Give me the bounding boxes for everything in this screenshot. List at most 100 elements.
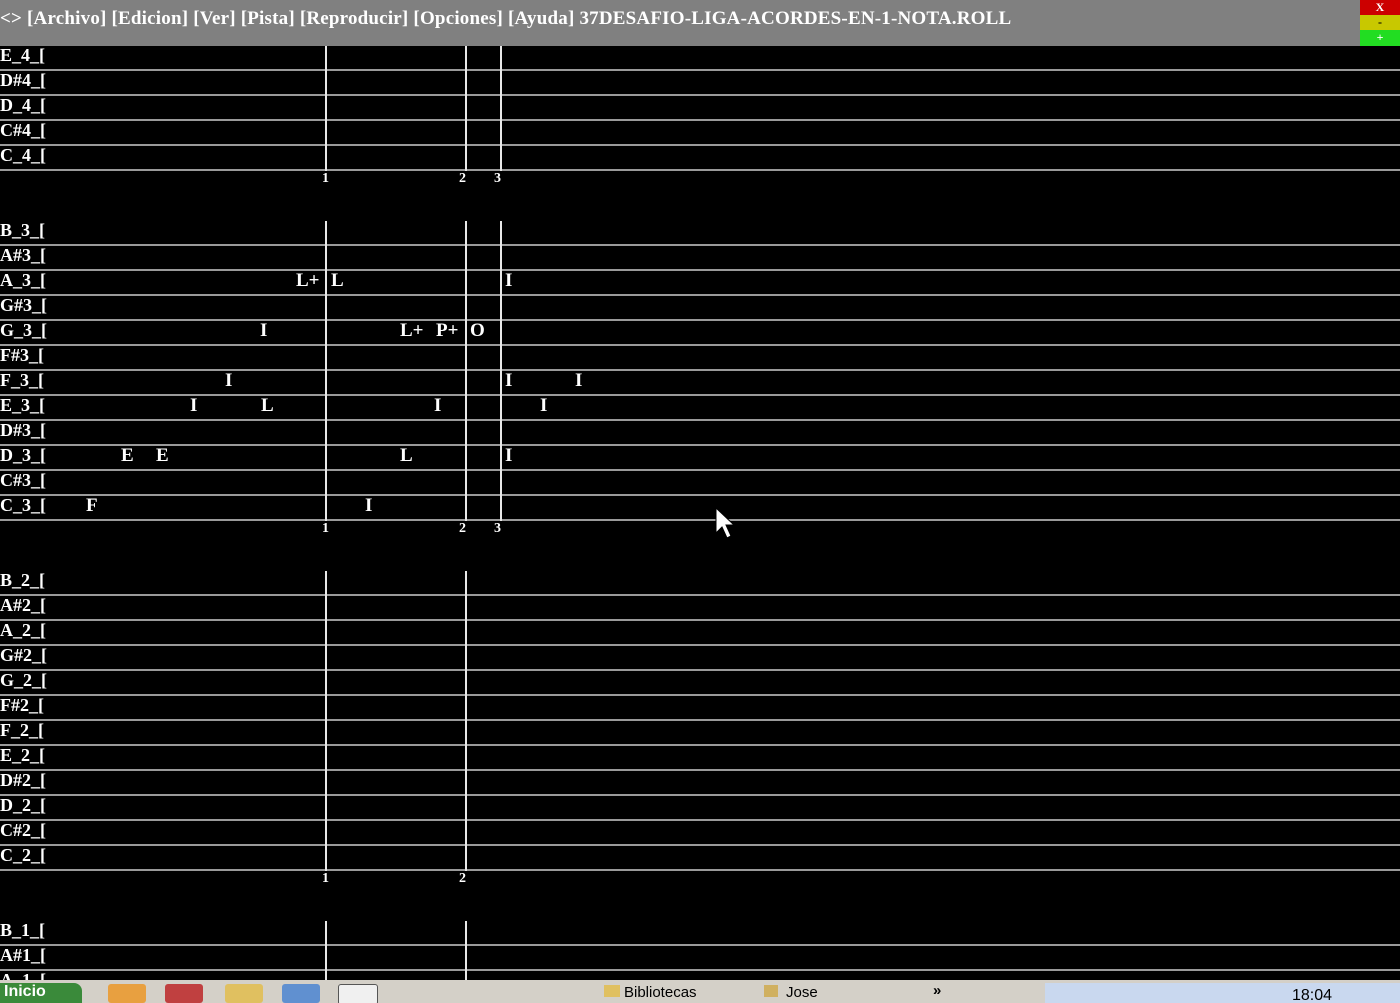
note-row[interactable]: C#3_[ bbox=[0, 470, 1400, 496]
note-event[interactable]: I bbox=[505, 445, 512, 467]
beat-marker: 1 bbox=[322, 521, 329, 536]
note-row[interactable]: A#1_[ bbox=[0, 945, 1400, 971]
note-row[interactable]: B_2_[ bbox=[0, 570, 1400, 596]
nav-arrows[interactable]: <> bbox=[0, 8, 22, 29]
piano-roll[interactable]: E_4_[ D#4_[D_4_[ C#4_[ C_4_[ 1 2 3 B_3_[A#3_[ A_… bbox=[0, 46, 1400, 980]
note-row[interactable]: G#2_[ bbox=[0, 645, 1400, 671]
note-event[interactable]: L bbox=[400, 445, 413, 467]
close-button[interactable]: X bbox=[1360, 0, 1400, 15]
menu-ver[interactable]: [Ver] bbox=[193, 8, 236, 29]
overflow-chevron-icon[interactable]: » bbox=[933, 982, 941, 999]
bar-line bbox=[465, 921, 467, 980]
note-row[interactable]: C_3_[ bbox=[0, 495, 1400, 521]
note-row[interactable]: A#2_[ bbox=[0, 595, 1400, 621]
note-row[interactable]: F_3_[ bbox=[0, 370, 1400, 396]
note-row-label: D_2_[ bbox=[0, 795, 46, 815]
note-event[interactable]: I bbox=[190, 395, 197, 417]
note-row[interactable]: E_3_[ bbox=[0, 395, 1400, 421]
note-event[interactable]: I bbox=[225, 370, 232, 392]
note-row[interactable]: C_4_[ bbox=[0, 145, 1400, 171]
media-player-icon[interactable] bbox=[108, 984, 146, 1003]
note-row[interactable]: B_1_[ bbox=[0, 920, 1400, 946]
note-event[interactable]: L bbox=[261, 395, 274, 417]
note-row-label: D#2_[ bbox=[0, 770, 46, 790]
note-event[interactable]: I bbox=[365, 495, 372, 517]
taskbar-item-bibliotecas[interactable]: Bibliotecas bbox=[604, 984, 697, 1001]
menu-ayuda[interactable]: [Ayuda] bbox=[508, 8, 575, 29]
note-row[interactable]: G_2_[ bbox=[0, 670, 1400, 696]
note-row[interactable]: G_3_[ bbox=[0, 320, 1400, 346]
note-row-label: F#3_[ bbox=[0, 345, 44, 365]
bar-line bbox=[325, 571, 327, 871]
bar-line bbox=[465, 571, 467, 871]
note-event[interactable]: F bbox=[86, 495, 98, 517]
beat-marker: 2 bbox=[459, 171, 466, 186]
menu-opciones[interactable]: [Opciones] bbox=[413, 8, 503, 29]
file-name: 37DESAFIO-LIGA-ACORDES-EN-1-NOTA.ROLL bbox=[579, 8, 1012, 29]
note-row[interactable]: D#4_[ bbox=[0, 70, 1400, 96]
note-event[interactable]: L+ bbox=[296, 270, 320, 292]
note-event[interactable]: P+ bbox=[436, 320, 458, 342]
note-row-label: A#3_[ bbox=[0, 245, 46, 265]
note-event[interactable]: O bbox=[470, 320, 485, 342]
note-event[interactable]: I bbox=[575, 370, 582, 392]
note-row-label: C#2_[ bbox=[0, 820, 46, 840]
note-row[interactable]: D_3_[ bbox=[0, 445, 1400, 471]
note-row-label: C#4_[ bbox=[0, 120, 46, 140]
menu-archivo[interactable]: [Archivo] bbox=[27, 8, 107, 29]
note-row[interactable]: D#3_[ bbox=[0, 420, 1400, 446]
note-row[interactable]: D_4_[ bbox=[0, 95, 1400, 121]
note-event[interactable]: I bbox=[434, 395, 441, 417]
note-row[interactable]: F#2_[ bbox=[0, 695, 1400, 721]
note-event[interactable]: I bbox=[260, 320, 267, 342]
note-row-label: A_1_[ bbox=[0, 970, 46, 980]
bar-line bbox=[465, 221, 467, 521]
note-row-label: A#2_[ bbox=[0, 595, 46, 615]
note-event[interactable]: I bbox=[505, 370, 512, 392]
note-row-label: E_4_[ bbox=[0, 46, 45, 65]
note-row[interactable]: D_2_[ bbox=[0, 795, 1400, 821]
note-row[interactable]: E_2_[ bbox=[0, 745, 1400, 771]
note-row-label: C#3_[ bbox=[0, 470, 46, 490]
mouse-cursor-icon bbox=[715, 507, 736, 539]
note-event[interactable]: E bbox=[156, 445, 169, 467]
note-row[interactable]: B_3_[ bbox=[0, 220, 1400, 246]
window-icon[interactable] bbox=[282, 984, 320, 1003]
note-row[interactable]: C#2_[ bbox=[0, 820, 1400, 846]
note-row-label: B_2_[ bbox=[0, 570, 45, 590]
note-row[interactable]: A_2_[ bbox=[0, 620, 1400, 646]
note-event[interactable]: L+ bbox=[400, 320, 424, 342]
maximize-button[interactable]: + bbox=[1360, 30, 1400, 46]
note-row-label: G_3_[ bbox=[0, 320, 47, 340]
note-row[interactable]: D#2_[ bbox=[0, 770, 1400, 796]
note-row[interactable]: A#3_[ bbox=[0, 245, 1400, 271]
taskbar-item-jose[interactable]: Jose bbox=[764, 984, 818, 1001]
note-event[interactable]: I bbox=[505, 270, 512, 292]
bar-line bbox=[325, 46, 327, 171]
note-row[interactable]: E_4_[ bbox=[0, 46, 1400, 71]
note-row[interactable]: C_2_[ bbox=[0, 845, 1400, 871]
folder-icon[interactable] bbox=[225, 984, 263, 1003]
note-row[interactable]: A_3_[ bbox=[0, 270, 1400, 296]
bar-line bbox=[500, 46, 502, 171]
note-row[interactable]: G#3_[ bbox=[0, 295, 1400, 321]
note-row[interactable]: C#4_[ bbox=[0, 120, 1400, 146]
note-row-label: C_4_[ bbox=[0, 145, 46, 165]
beat-marker: 3 bbox=[494, 521, 501, 536]
note-row[interactable]: F#3_[ bbox=[0, 345, 1400, 371]
beat-marker: 1 bbox=[322, 171, 329, 186]
note-event[interactable]: E bbox=[121, 445, 134, 467]
minimize-button[interactable]: - bbox=[1360, 15, 1400, 30]
menu-edicion[interactable]: [Edicion] bbox=[112, 8, 189, 29]
note-event[interactable]: L bbox=[331, 270, 344, 292]
menu-pista[interactable]: [Pista] bbox=[241, 8, 295, 29]
note-row[interactable]: A_1_[ bbox=[0, 970, 1400, 980]
app-icon[interactable] bbox=[165, 984, 203, 1003]
start-button[interactable]: Inicio bbox=[0, 983, 82, 1003]
active-window-icon[interactable] bbox=[338, 984, 378, 1003]
menu-reproducir[interactable]: [Reproducir] bbox=[300, 8, 409, 29]
menu-bar: <> [Archivo] [Edicion] [Ver] [Pista] [Re… bbox=[0, 0, 1400, 46]
note-row-label: D_4_[ bbox=[0, 95, 46, 115]
note-row[interactable]: F_2_[ bbox=[0, 720, 1400, 746]
note-event[interactable]: I bbox=[540, 395, 547, 417]
